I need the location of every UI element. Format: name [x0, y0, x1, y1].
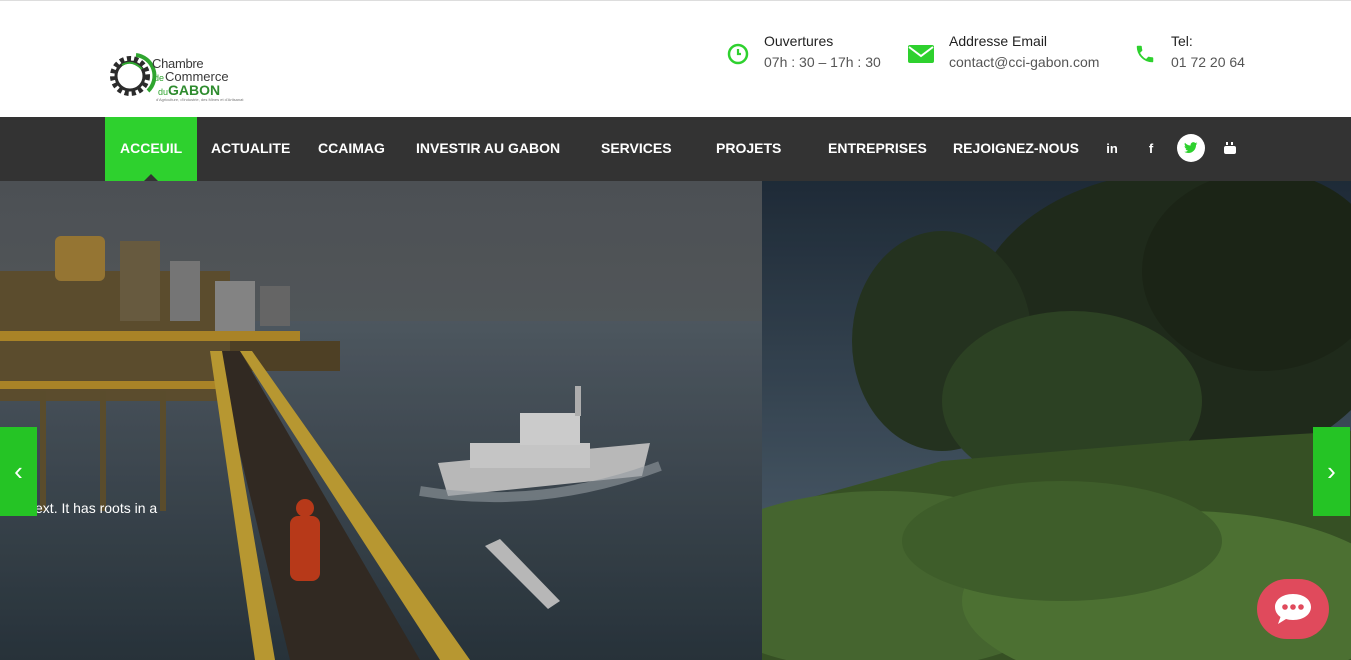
- chevron-left-icon: ‹: [14, 456, 23, 486]
- chevron-right-icon: ›: [1327, 456, 1336, 486]
- top-header: Chambre deCommerce duGABON d'Agriculture…: [0, 0, 1351, 117]
- envelope-icon: [907, 40, 935, 68]
- phone-title: Tel:: [1171, 33, 1193, 49]
- hours-value: 07h : 30 – 17h : 30: [764, 54, 881, 70]
- email-title: Addresse Email: [949, 33, 1048, 49]
- phone-value[interactable]: 01 72 20 64: [1171, 51, 1245, 73]
- nav-item-rejoignez-nous[interactable]: REJOIGNEZ-NOUS: [953, 117, 1079, 181]
- linkedin-icon[interactable]: in: [1098, 134, 1126, 162]
- logo-gabon: GABON: [168, 82, 221, 98]
- phone-info: Tel: 01 72 20 64: [1131, 31, 1245, 73]
- phone-icon: [1131, 40, 1159, 68]
- email-value[interactable]: contact@cci-gabon.com: [949, 51, 1099, 73]
- logo-line3: duGABON: [158, 83, 243, 97]
- nav-item-ccaimag[interactable]: CCAIMAG: [318, 117, 385, 181]
- offshore-platform-image: [0, 181, 762, 660]
- logo-text: Chambre deCommerce duGABON d'Agriculture…: [152, 57, 243, 102]
- hero-slider: dom text. It has roots in a ‹ ›: [0, 181, 1351, 660]
- hours-title: Ouvertures: [764, 33, 834, 49]
- chat-button[interactable]: [1257, 579, 1329, 639]
- slider-next-button[interactable]: ›: [1313, 427, 1350, 516]
- logo-tagline: d'Agriculture, d'Industrie, des Mines et…: [156, 97, 244, 102]
- cci-gabon-logo[interactable]: Chambre deCommerce duGABON d'Agriculture…: [108, 47, 248, 105]
- nav-item-entreprises[interactable]: ENTREPRISES: [828, 117, 927, 181]
- slider-prev-button[interactable]: ‹: [0, 427, 37, 516]
- forest-image: [682, 181, 1351, 660]
- nav-item-services[interactable]: SERVICES: [601, 117, 672, 181]
- clock-icon: [724, 40, 752, 68]
- nav-item-investir-au-gabon[interactable]: INVESTIR AU GABON: [416, 117, 560, 181]
- facebook-icon[interactable]: f: [1137, 134, 1165, 162]
- youtube-icon[interactable]: [1216, 134, 1244, 162]
- nav-item-actualite[interactable]: ACTUALITE: [211, 117, 290, 181]
- chat-bubble-icon: [1275, 594, 1311, 624]
- nav-item-acceuil[interactable]: ACCEUIL: [105, 117, 198, 181]
- email-info: Addresse Email contact@cci-gabon.com: [907, 31, 1099, 73]
- logo-de: de: [154, 73, 165, 83]
- opening-hours-info: Ouvertures 07h : 30 – 17h : 30: [724, 31, 881, 73]
- twitter-icon[interactable]: [1177, 134, 1205, 162]
- logo-du: du: [158, 87, 169, 97]
- gear-logo-icon: [110, 53, 157, 96]
- nav-item-projets[interactable]: PROJETS: [716, 117, 781, 181]
